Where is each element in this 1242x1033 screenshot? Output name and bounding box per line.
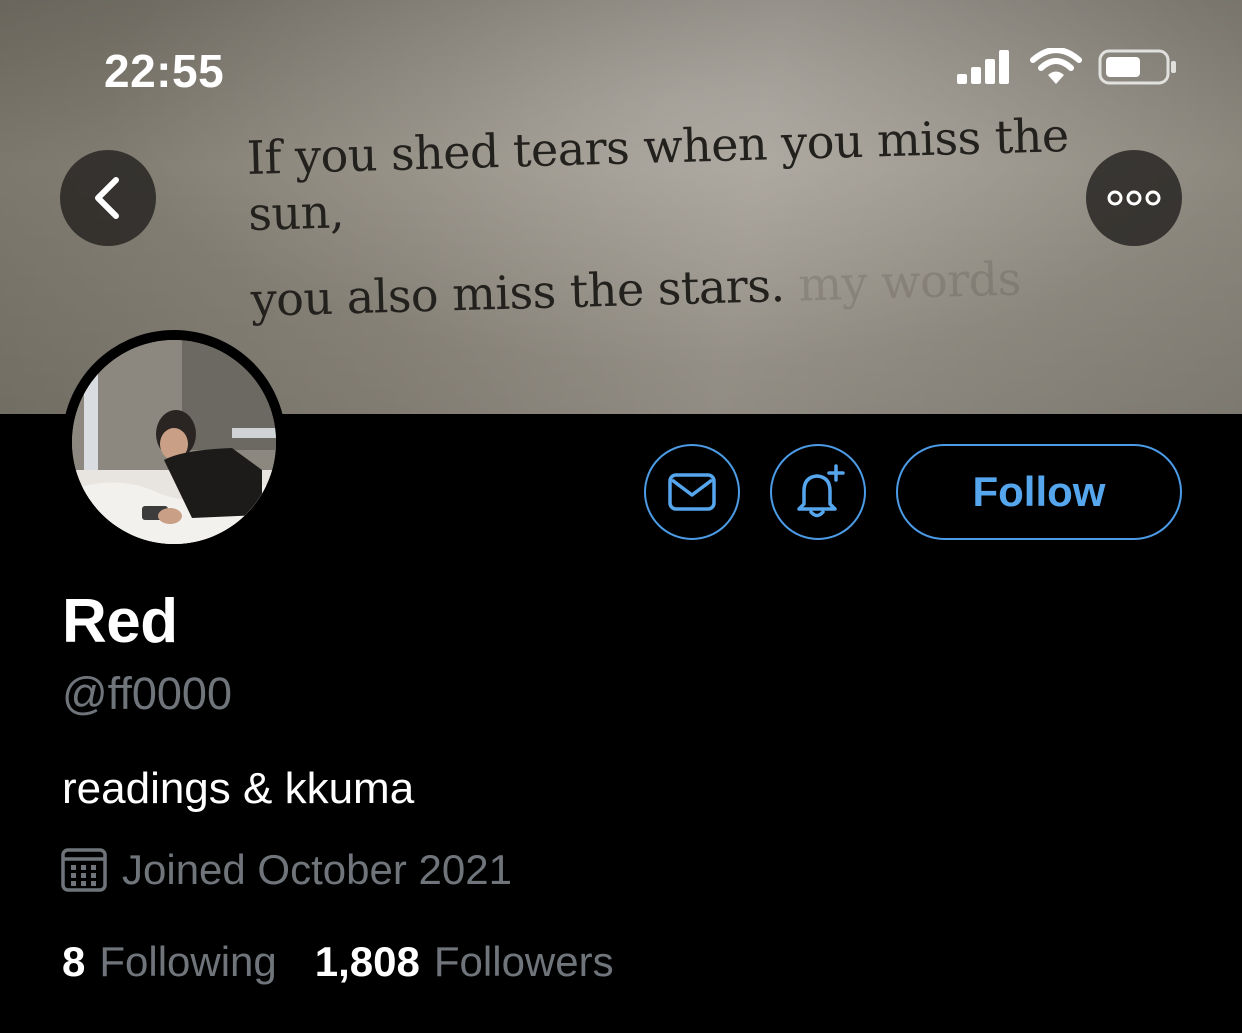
- cellular-signal-icon: [957, 50, 1009, 84]
- followers-count: 1,808: [314, 938, 420, 985]
- envelope-icon: [668, 473, 716, 511]
- more-horizontal-icon: [1107, 190, 1161, 206]
- calendar-icon: [61, 848, 107, 892]
- avatar-photo: [72, 340, 276, 544]
- follow-button[interactable]: Follow: [896, 444, 1182, 540]
- battery-icon: [1098, 49, 1176, 85]
- quote-faded-text: my words: [797, 251, 1022, 312]
- profile-handle: @ff0000: [62, 668, 232, 719]
- joined-date-text: Joined October 2021: [122, 846, 512, 893]
- following-count: 8: [62, 938, 86, 985]
- wifi-icon: [1030, 48, 1082, 84]
- notifications-button[interactable]: [770, 444, 866, 540]
- chevron-left-icon: [95, 177, 119, 219]
- status-bar: 22:55: [0, 0, 1242, 140]
- followers-link[interactable]: 1,808 Followers: [315, 938, 614, 986]
- joined-date-row: Joined October 2021: [60, 846, 512, 894]
- profile-name: Red: [62, 587, 178, 656]
- follow-button-label: Follow: [972, 468, 1106, 515]
- follow-stats: 8 Following 1,808 Followers: [62, 938, 614, 986]
- message-button[interactable]: [644, 444, 740, 540]
- followers-label: Followers: [433, 938, 614, 985]
- status-time: 22:55: [104, 45, 225, 97]
- more-options-button[interactable]: [1086, 150, 1182, 246]
- bell-plus-icon: [797, 464, 845, 518]
- back-button[interactable]: [60, 150, 156, 246]
- following-link[interactable]: 8 Following: [62, 938, 277, 986]
- avatar[interactable]: [72, 340, 276, 544]
- following-label: Following: [99, 938, 277, 985]
- profile-bio: readings & kkuma: [62, 764, 415, 813]
